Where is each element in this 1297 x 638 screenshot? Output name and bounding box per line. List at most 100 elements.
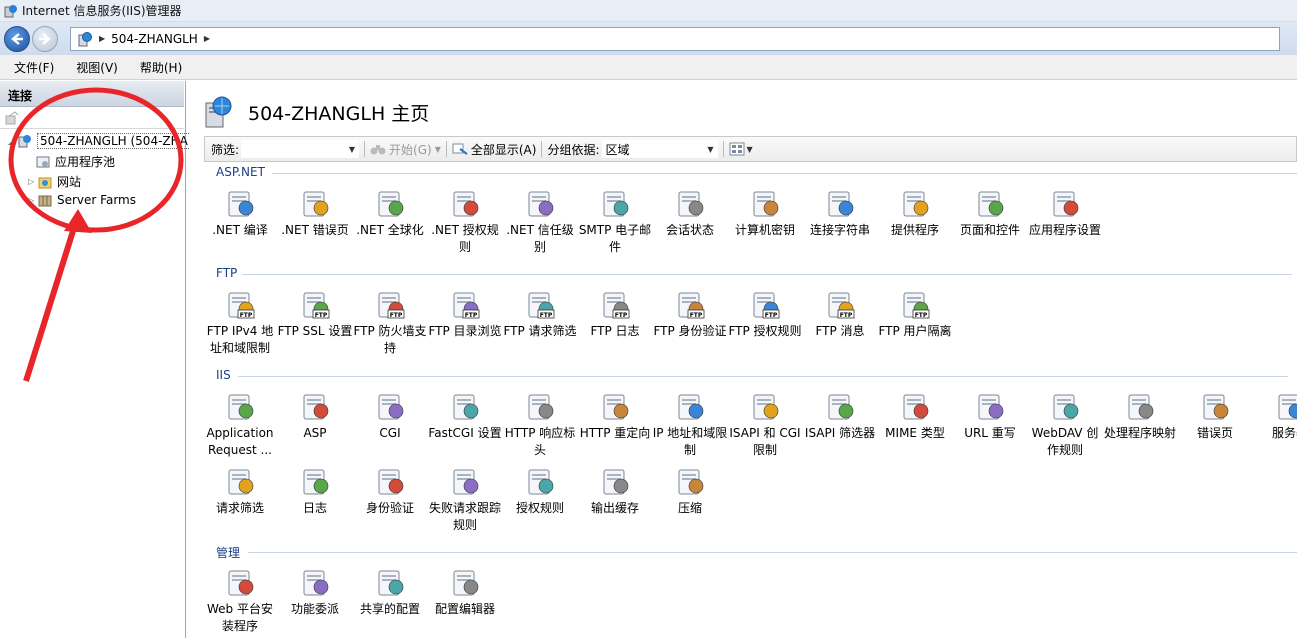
feature-isapi-filter[interactable]: ISAPI 筛选器 xyxy=(802,390,878,442)
feature-isapi-cgi[interactable]: ISAPI 和 CGI 限制 xyxy=(727,390,803,459)
window-titlebar: Internet 信息服务(IIS)管理器 xyxy=(0,0,1297,22)
ip-restrict-icon xyxy=(678,394,704,420)
failed-trace-icon xyxy=(453,469,479,495)
feature-db-ab[interactable]: 连接字符串 xyxy=(802,187,878,239)
feature-ftp-users[interactable]: FTP FTP 用户隔离 xyxy=(877,288,953,340)
feature-ftp-message[interactable]: FTP FTP 消息 xyxy=(802,288,878,340)
view-dropdown-icon[interactable]: ▼ xyxy=(747,145,753,154)
menu-help[interactable]: 帮助(H) xyxy=(126,59,190,76)
tree-node-server[interactable]: ◢ 504-ZHANGLH (504-ZHA xyxy=(8,133,191,149)
feature-globe[interactable]: .NET 全球化 xyxy=(352,187,428,239)
address-field[interactable]: ▶ 504-ZHANGLH ▶ xyxy=(70,26,1280,51)
feature-auth[interactable]: 身份验证 xyxy=(352,465,428,517)
feature-ftp-firewall[interactable]: FTP FTP 防火墙支持 xyxy=(352,288,428,357)
feature-server-cert[interactable]: 服务器 xyxy=(1252,390,1297,442)
auth-icon xyxy=(378,469,404,495)
group-header-0[interactable]: ASP.NET xyxy=(216,165,265,179)
ftp-log-icon: FTP xyxy=(603,292,630,319)
tree-node-sites[interactable]: ▷ 网站 xyxy=(28,173,81,190)
feature-shared-config[interactable]: 共享的配置 xyxy=(352,566,428,618)
feature-arr[interactable]: Application Request ... xyxy=(202,390,278,459)
breadcrumb-arrow-icon[interactable]: ▶ xyxy=(99,34,105,43)
lock-doc-icon xyxy=(453,191,479,217)
feature-server-key[interactable]: 计算机密钥 xyxy=(727,187,803,239)
feature-mime[interactable]: MIME 类型 xyxy=(877,390,953,442)
feature-fastcgi[interactable]: FastCGI 设置 xyxy=(427,390,503,442)
feature-failed-trace[interactable]: 失败请求跟踪规则 xyxy=(427,465,503,534)
feature-label: FTP 消息 xyxy=(815,324,865,338)
feature-log[interactable]: 日志 xyxy=(277,465,353,517)
feature-headers[interactable]: HTTP 响应标头 xyxy=(502,390,578,459)
feature-globe-check[interactable]: .NET 信任级别 xyxy=(502,187,578,256)
forward-button[interactable] xyxy=(32,25,58,52)
view-mode-icon[interactable] xyxy=(729,142,745,156)
feature-compress[interactable]: 压缩 xyxy=(652,465,728,517)
expand-icon[interactable]: ▷ xyxy=(28,196,38,205)
feature-asp[interactable]: ASP xyxy=(277,390,353,442)
feature-user-diamond[interactable]: 会话状态 xyxy=(652,187,728,239)
feature-handler[interactable]: 处理程序映射 xyxy=(1102,390,1178,442)
app-pool-icon xyxy=(36,156,50,167)
feature-ftp-log[interactable]: FTP FTP 日志 xyxy=(577,288,653,340)
feature-ftp-network[interactable]: FTP FTP IPv4 地址和域限制 xyxy=(202,288,278,357)
feature-authz[interactable]: 授权规则 xyxy=(502,465,578,517)
menu-file[interactable]: 文件(F) xyxy=(0,59,62,76)
go-button[interactable]: 开始(G) xyxy=(389,141,432,158)
connections-pane: 连接 ◢ 504-ZHANGLH (504-ZHA 应用程序池 ▷ 网站 ▷ S… xyxy=(0,81,191,638)
feature-webdav[interactable]: WebDAV 创作规则 xyxy=(1027,390,1103,459)
tree-node-server-farms[interactable]: ▷ Server Farms xyxy=(28,193,136,207)
window-title: Internet 信息服务(IIS)管理器 xyxy=(22,4,182,18)
collapse-icon[interactable]: ◢ xyxy=(8,137,18,146)
iis-app-icon xyxy=(4,4,17,17)
menu-view[interactable]: 视图(V) xyxy=(62,59,126,76)
feature-output-cache[interactable]: 输出缓存 xyxy=(577,465,653,517)
separator xyxy=(445,141,447,157)
feature-error-404[interactable]: 错误页 xyxy=(1177,390,1253,442)
ftp-users-icon: FTP xyxy=(903,292,930,319)
feature-ip-restrict[interactable]: IP 地址和域限制 xyxy=(652,390,728,459)
feature-lock-doc[interactable]: .NET 授权规则 xyxy=(427,187,503,256)
group-header-1[interactable]: FTP xyxy=(216,266,237,280)
output-cache-icon xyxy=(603,469,629,495)
feature-label: URL 重写 xyxy=(964,426,1016,440)
feature-config-editor[interactable]: 配置编辑器 xyxy=(427,566,503,618)
feature-ftp-lock[interactable]: FTP FTP SSL 设置 xyxy=(277,288,353,340)
feature-request-filter[interactable]: 请求筛选 xyxy=(202,465,278,517)
feature-ftp-browse[interactable]: FTP FTP 目录浏览 xyxy=(427,288,503,340)
feature-error-page[interactable]: .NET 错误页 xyxy=(277,187,353,239)
feature-checklist[interactable]: 应用程序设置 xyxy=(1027,187,1103,239)
ftp-auth-icon: FTP xyxy=(678,292,705,319)
filter-input[interactable]: ▼ xyxy=(241,140,360,158)
feature-pages[interactable]: 页面和控件 xyxy=(952,187,1028,239)
breadcrumb-server[interactable]: 504-ZHANGLH xyxy=(111,32,198,46)
group-by-select[interactable]: 区域 ▼ xyxy=(601,140,718,158)
connect-icon[interactable] xyxy=(4,110,20,126)
feature-ftp-keys[interactable]: FTP FTP 授权规则 xyxy=(727,288,803,340)
ftp-firewall-icon: FTP xyxy=(378,292,405,319)
request-filter-icon xyxy=(228,469,254,495)
mail-screen-icon xyxy=(603,191,629,217)
go-dropdown-icon[interactable]: ▼ xyxy=(435,145,441,154)
back-button[interactable] xyxy=(4,25,30,52)
feature-url-rewrite[interactable]: URL 重写 xyxy=(952,390,1028,442)
feature-redirect[interactable]: HTTP 重定向 xyxy=(577,390,653,442)
feature-ftp-filter[interactable]: FTP FTP 请求筛选 xyxy=(502,288,578,340)
tree-node-app-pools[interactable]: 应用程序池 xyxy=(36,153,115,170)
shared-config-icon xyxy=(378,570,404,596)
group-header-2[interactable]: IIS xyxy=(216,368,231,382)
feature-cgi[interactable]: CGI xyxy=(352,390,428,442)
feature-users-db[interactable]: 提供程序 xyxy=(877,187,953,239)
feature-ftp-auth[interactable]: FTP FTP 身份验证 xyxy=(652,288,728,340)
feature-stack[interactable]: .NET 编译 xyxy=(202,187,278,239)
group-header-3[interactable]: 管理 xyxy=(216,544,240,561)
asp-icon xyxy=(303,394,329,420)
feature-webpi[interactable]: Web 平台安装程序 xyxy=(202,566,278,635)
feature-mail-screen[interactable]: SMTP 电子邮件 xyxy=(577,187,653,256)
feature-delegation[interactable]: 功能委派 xyxy=(277,566,353,618)
expand-icon[interactable]: ▷ xyxy=(28,177,38,186)
log-icon xyxy=(303,469,329,495)
cgi-icon xyxy=(378,394,404,420)
breadcrumb-arrow-icon[interactable]: ▶ xyxy=(204,34,210,43)
feature-label: FTP 用户隔离 xyxy=(878,324,952,338)
show-all-button[interactable]: 全部显示(A) xyxy=(471,141,537,158)
